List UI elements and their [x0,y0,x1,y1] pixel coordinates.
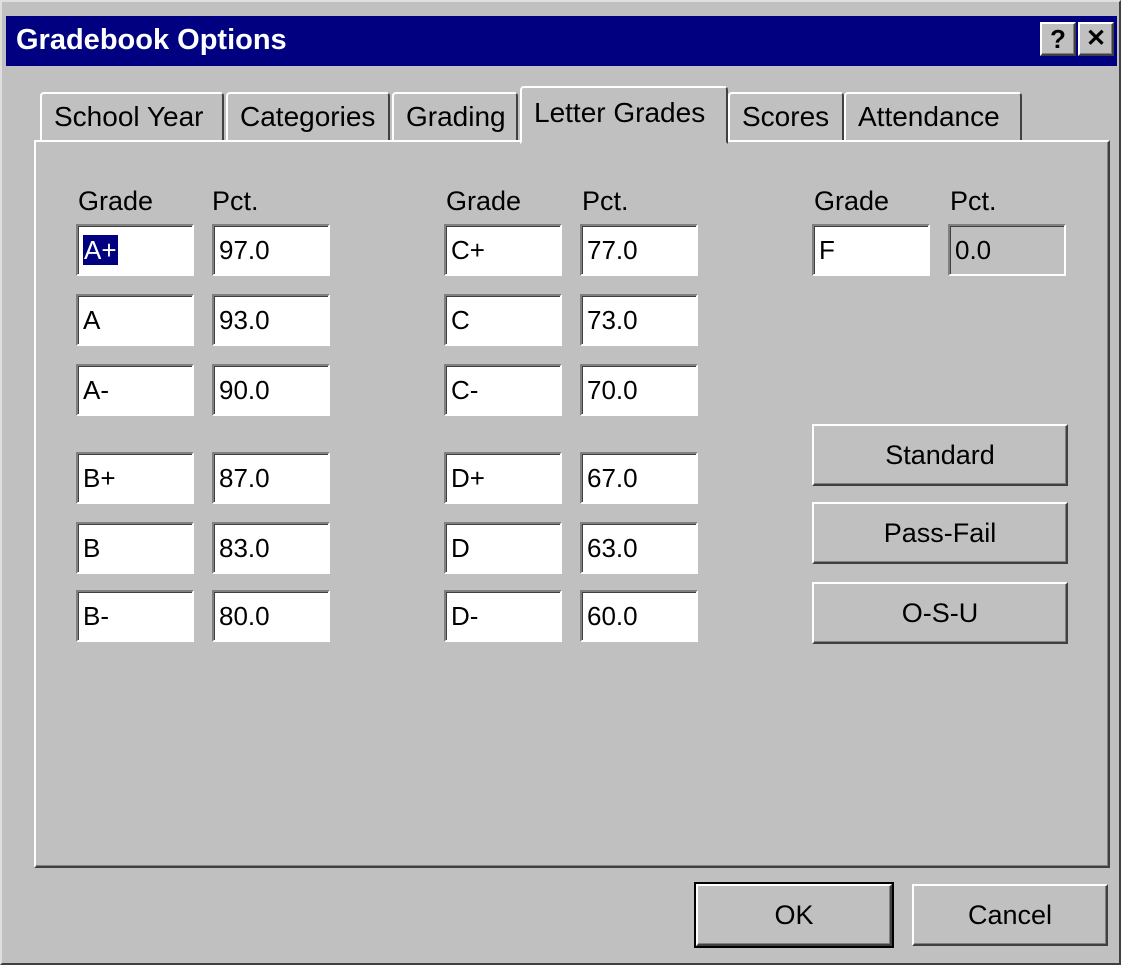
grade-header: Grade [78,186,154,216]
standard-button-label: Standard [885,439,995,470]
selected-text: A+ [83,235,118,265]
pass-fail-button-label: Pass-Fail [883,517,997,548]
osu-button-label: O-S-U [901,597,979,628]
ok-button-label: OK [774,899,814,930]
tab-scores[interactable]: Scores [728,92,844,140]
grade-input-a-plus[interactable]: A+ [76,224,194,276]
grade-input-b-minus[interactable]: B- [76,590,194,642]
ok-button[interactable]: OK [694,882,894,948]
pct-input-c-minus[interactable]: 70.0 [580,364,698,416]
pct-header: Pct. [582,186,629,216]
tab-label: Categories [240,101,376,132]
cancel-button[interactable]: Cancel [912,884,1108,946]
pct-input-b-plus[interactable]: 87.0 [212,452,330,504]
grade-input-f[interactable]: F [812,224,930,276]
tab-label: Letter Grades [534,97,706,128]
grade-input-a[interactable]: A [76,294,194,346]
help-icon: ? [1050,24,1066,54]
grade-input-c[interactable]: C [444,294,562,346]
tab-school-year[interactable]: School Year [40,92,224,140]
close-icon: ✕ [1085,25,1107,52]
tab-attendance[interactable]: Attendance [844,92,1022,140]
grade-input-b-plus[interactable]: B+ [76,452,194,504]
close-button[interactable]: ✕ [1078,22,1114,56]
pct-input-d-minus[interactable]: 60.0 [580,590,698,642]
grade-header: Grade [814,186,890,216]
grade-input-d-plus[interactable]: D+ [444,452,562,504]
grade-input-b[interactable]: B [76,522,194,574]
pct-header: Pct. [950,186,997,216]
pct-input-b[interactable]: 83.0 [212,522,330,574]
tab-label: Attendance [858,101,1000,132]
pass-fail-button[interactable]: Pass-Fail [812,502,1068,564]
grade-input-c-minus[interactable]: C- [444,364,562,416]
pct-input-d[interactable]: 63.0 [580,522,698,574]
osu-button[interactable]: O-S-U [812,582,1068,644]
tab-categories[interactable]: Categories [226,92,390,140]
grade-header: Grade [446,186,522,216]
pct-input-f: 0.0 [948,224,1066,276]
grade-input-c-plus[interactable]: C+ [444,224,562,276]
letter-grades-panel: Grade Pct. Grade Pct. Grade Pct. A+ 97.0… [34,140,1110,868]
tab-grading[interactable]: Grading [392,92,518,140]
pct-input-b-minus[interactable]: 80.0 [212,590,330,642]
tab-label: Grading [406,101,506,132]
pct-input-a[interactable]: 93.0 [212,294,330,346]
tab-label: Scores [742,101,830,132]
pct-input-a-minus[interactable]: 90.0 [212,364,330,416]
dialog-window: Gradebook Options ? ✕ School Year Catego… [0,0,1121,965]
pct-input-d-plus[interactable]: 67.0 [580,452,698,504]
window-title: Gradebook Options [16,24,287,56]
pct-input-c[interactable]: 73.0 [580,294,698,346]
help-button[interactable]: ? [1040,22,1076,56]
tab-label: School Year [54,101,204,132]
grade-input-d-minus[interactable]: D- [444,590,562,642]
tab-letter-grades[interactable]: Letter Grades [520,86,728,144]
title-bar: Gradebook Options ? ✕ [6,16,1117,66]
pct-input-c-plus[interactable]: 77.0 [580,224,698,276]
standard-button[interactable]: Standard [812,424,1068,486]
grade-input-a-minus[interactable]: A- [76,364,194,416]
pct-header: Pct. [212,186,259,216]
cancel-button-label: Cancel [967,899,1053,930]
grade-input-d[interactable]: D [444,522,562,574]
pct-input-a-plus[interactable]: 97.0 [212,224,330,276]
